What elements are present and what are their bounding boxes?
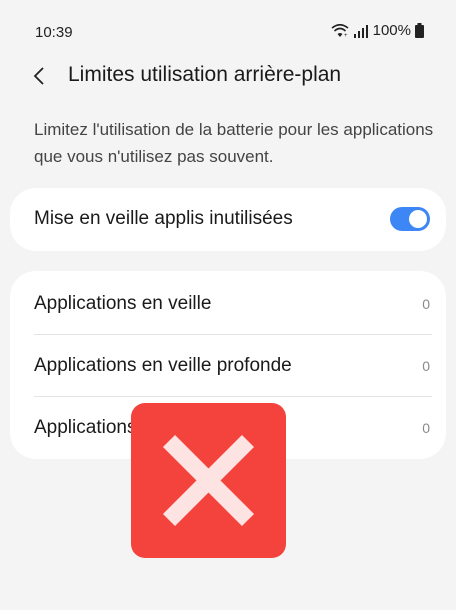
status-icons: + 100% [331,22,424,39]
page-title: Limites utilisation arrière-plan [68,63,342,86]
status-bar: 10:39 + 100% [0,0,456,62]
battery-icon [415,23,424,38]
list-item-label: Applications en veille profonde [34,355,292,376]
chevron-left-icon [33,67,44,85]
list-item-deep-sleeping-apps[interactable]: Applications en veille profonde 0 [34,335,432,397]
svg-text:+: + [344,33,348,38]
unused-apps-sleep-setting[interactable]: Mise en veille applis inutilisées [34,188,432,250]
battery-percent: 100% [372,22,411,39]
unused-apps-sleep-toggle[interactable] [390,207,430,231]
signal-icon [353,24,368,38]
toggle-label: Mise en veille applis inutilisées [34,208,293,229]
list-item-sleeping-apps[interactable]: Applications en veille 0 [34,273,432,335]
list-item-label: Applications en veille [34,293,212,314]
status-time: 10:39 [35,24,73,41]
list-item-count: 0 [422,296,430,312]
close-icon [162,434,255,527]
toggle-knob [409,210,427,228]
wifi-icon: + [331,23,349,38]
toggle-card: Mise en veille applis inutilisées [10,188,446,251]
app-bar: Limites utilisation arrière-plan [0,58,456,94]
close-overlay[interactable] [131,403,286,558]
description-text: Limitez l'utilisation de la batterie pou… [34,120,434,166]
back-button[interactable] [30,64,50,88]
list-item-count: 0 [422,358,430,374]
list-item-count: 0 [422,420,430,436]
